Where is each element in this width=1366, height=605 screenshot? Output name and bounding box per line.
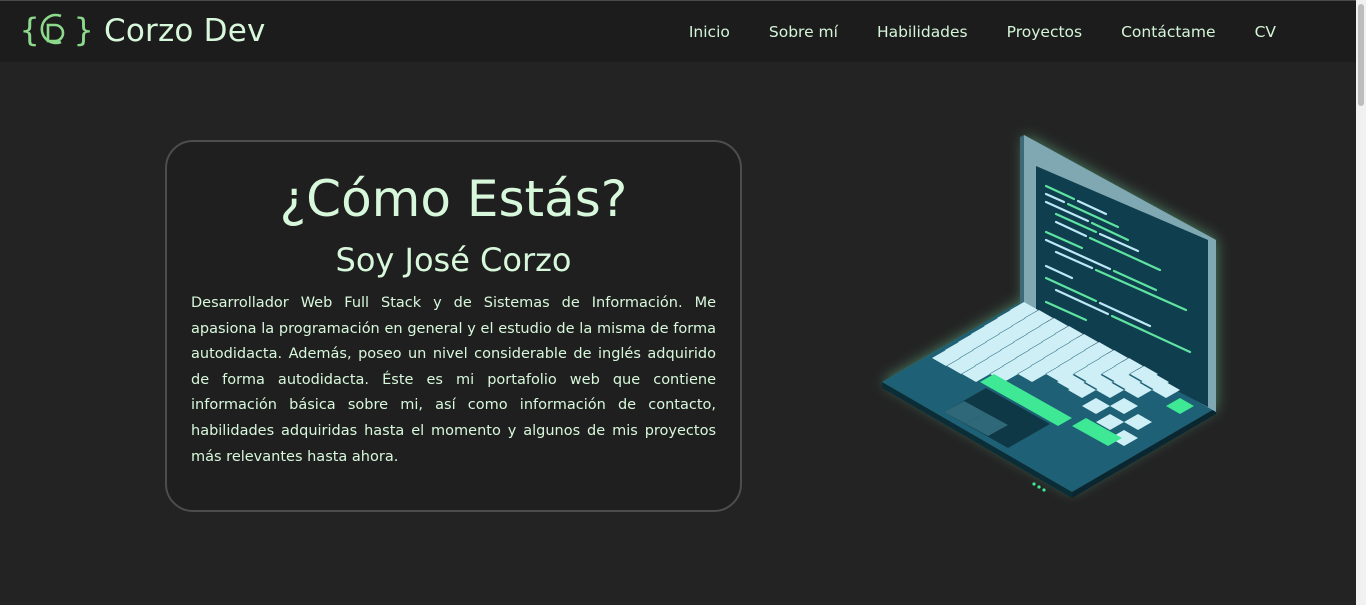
- nav-link-cv[interactable]: CV: [1255, 23, 1276, 41]
- laptop-code-icon: [882, 135, 1216, 498]
- hero-description: Desarrollador Web Full Stack y de Sistem…: [191, 295, 716, 465]
- vertical-scrollbar[interactable]: [1356, 0, 1366, 605]
- nav-link-habilidades[interactable]: Habilidades: [877, 23, 968, 41]
- hero-card: ¿Cómo Estás? Soy José Corzo Desarrollado…: [165, 140, 742, 512]
- svg-text:{: {: [20, 11, 39, 49]
- scrollbar-thumb[interactable]: [1358, 4, 1364, 106]
- nav-link-inicio[interactable]: Inicio: [689, 23, 730, 41]
- nav-menu: Inicio Sobre mí Habilidades Proyectos Co…: [650, 1, 1276, 63]
- code-braces-logo-icon: { }: [20, 11, 93, 49]
- nav-link-contactame[interactable]: Contáctame: [1121, 23, 1215, 41]
- portfolio-page: { } Corzo Dev Inicio Sobre mí Habilidade…: [0, 0, 1366, 605]
- navbar: { } Corzo Dev Inicio Sobre mí Habilidade…: [0, 0, 1356, 62]
- brand-name: Corzo Dev: [104, 13, 266, 49]
- hero-subtitle: Soy José Corzo: [335, 241, 572, 279]
- svg-text:}: }: [74, 11, 93, 49]
- hero-title: ¿Cómo Estás?: [279, 170, 628, 228]
- nav-link-sobre-mi[interactable]: Sobre mí: [769, 23, 838, 41]
- brand-link[interactable]: { } Corzo Dev: [20, 9, 266, 53]
- nav-link-proyectos[interactable]: Proyectos: [1007, 23, 1082, 41]
